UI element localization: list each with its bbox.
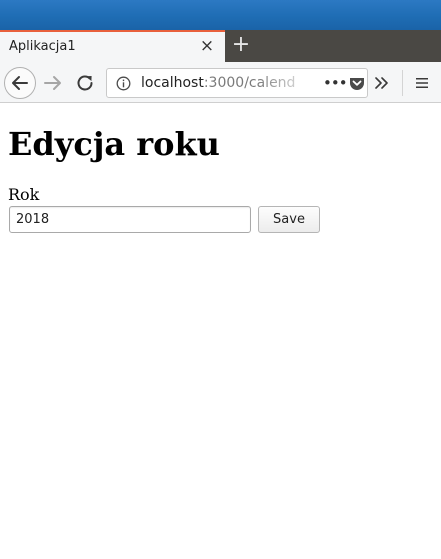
info-icon[interactable] (116, 76, 131, 91)
page-title: Edycja roku (8, 125, 220, 163)
back-button[interactable] (4, 67, 36, 99)
overflow-chevron-icon[interactable] (373, 74, 391, 92)
url-host: localhost (141, 75, 204, 91)
save-button[interactable]: Save (258, 206, 320, 233)
reload-icon (77, 75, 93, 91)
page-actions-icon[interactable]: ••• (323, 74, 348, 92)
hamburger-menu-icon[interactable] (415, 76, 429, 90)
new-tab-icon[interactable]: + (231, 32, 251, 58)
window-titlebar (0, 0, 441, 30)
tab-title: Aplikacja1 (9, 39, 76, 54)
pocket-icon[interactable] (349, 76, 365, 91)
tab-strip: Aplikacja1 × + (0, 30, 441, 62)
tab-close-icon[interactable]: × (199, 36, 215, 56)
year-label: Rok (8, 185, 40, 204)
url-fade (257, 70, 317, 96)
forward-arrow-icon (44, 76, 61, 90)
navigation-toolbar: localhost:3000/calend ••• (0, 62, 441, 103)
tab-aplikacja1[interactable]: Aplikacja1 × (0, 30, 225, 62)
year-input[interactable] (9, 206, 251, 233)
back-arrow-icon (12, 76, 28, 90)
toolbar-separator (402, 70, 403, 96)
reload-button[interactable] (74, 71, 96, 95)
url-bar[interactable]: localhost:3000/calend ••• (106, 68, 368, 98)
page-content: Edycja roku Rok Save (0, 104, 441, 559)
forward-button[interactable] (42, 71, 64, 95)
